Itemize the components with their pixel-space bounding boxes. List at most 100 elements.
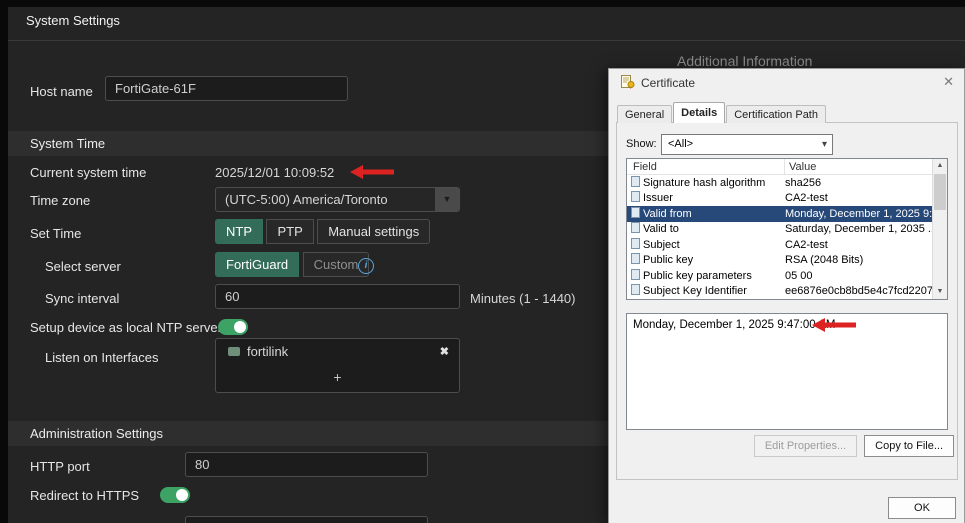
field-icon: [627, 222, 643, 236]
toggle-knob: [176, 489, 188, 501]
field-icon: [627, 175, 643, 190]
set-time-label: Set Time: [30, 226, 82, 241]
scroll-up-button[interactable]: ▲: [933, 159, 947, 173]
sync-interval-label: Sync interval: [45, 291, 120, 306]
screen: System Settings Host name System Time Cu…: [0, 0, 965, 523]
window-edge-top: [0, 0, 965, 7]
dialog-button-row: Edit Properties... Copy to File...: [753, 435, 954, 457]
set-time-option-manual[interactable]: Manual settings: [317, 219, 431, 244]
field-value: CA2-test: [785, 192, 828, 205]
window-edge-left: [0, 0, 8, 523]
add-interface-button[interactable]: +: [216, 369, 459, 385]
field-value: RSA (2048 Bits): [785, 254, 864, 267]
http-port-label: HTTP port: [30, 459, 90, 474]
field-icon: [627, 253, 643, 267]
section-header-administration: Administration Settings: [8, 421, 608, 446]
page-title: System Settings: [26, 13, 120, 28]
tab-details[interactable]: Details: [673, 102, 726, 123]
title-divider: [8, 40, 965, 41]
field-icon: [627, 284, 643, 298]
field-icon: [627, 268, 643, 283]
table-row[interactable]: Signature hash algorithm sha256: [627, 175, 947, 191]
field-value: Saturday, December 1, 2035 ...: [785, 223, 938, 236]
certificate-dialog: Certificate ✕ General Details Certificatio…: [608, 68, 965, 523]
dialog-title: Certificate: [641, 76, 696, 90]
field-name: Valid from: [643, 207, 692, 220]
scroll-thumb[interactable]: [934, 174, 946, 210]
sync-interval-hint: Minutes (1 - 1440): [470, 291, 576, 306]
additional-information-title: Additional Information: [677, 53, 813, 69]
field-icon: [627, 191, 643, 205]
table-row[interactable]: Public key parameters 05 00: [627, 268, 947, 284]
field-name: Issuer: [643, 192, 673, 205]
red-arrow-icon: [350, 165, 394, 179]
scroll-down-button[interactable]: ▼: [933, 285, 947, 299]
select-server-option-fortiguard[interactable]: FortiGuard: [215, 252, 300, 277]
local-ntp-server-toggle[interactable]: [218, 319, 248, 335]
table-row[interactable]: Valid to Saturday, December 1, 2035 ...: [627, 222, 947, 238]
table-row[interactable]: Subject CA2-test: [627, 237, 947, 253]
redirect-https-toggle[interactable]: [160, 487, 190, 503]
set-time-option-ptp[interactable]: PTP: [266, 219, 314, 244]
field-value: 05 00: [785, 269, 813, 282]
current-system-time-label: Current system time: [30, 165, 147, 180]
time-zone-value: (UTC-5:00) America/Toronto: [225, 192, 388, 207]
show-label: Show:: [626, 138, 657, 150]
listen-interfaces-label: Listen on Interfaces: [45, 350, 159, 365]
certificate-icon: [621, 75, 635, 89]
show-value: <All>: [668, 138, 694, 150]
scrollbar[interactable]: ▲ ▼: [932, 159, 947, 299]
detail-text-box[interactable]: Monday, December 1, 2025 9:47:00 AM: [626, 313, 948, 430]
detail-text: Monday, December 1, 2025 9:47:00 AM: [633, 319, 836, 331]
interface-name: fortilink: [247, 344, 289, 359]
tab-bar: General Details Certification Path: [617, 102, 827, 123]
field-name: Subject Key Identifier: [643, 285, 747, 298]
interface-icon: [228, 347, 240, 356]
field-icon: [627, 206, 643, 221]
chevron-down-icon: ▾: [821, 139, 827, 150]
field-name: Public key parameters: [643, 269, 752, 282]
field-icon: [627, 237, 643, 252]
sync-interval-input[interactable]: [215, 284, 460, 309]
tab-general[interactable]: General: [617, 105, 673, 123]
interface-chip: fortilink ✖: [216, 339, 459, 365]
host-name-input[interactable]: [105, 76, 348, 101]
close-icon[interactable]: ✕: [943, 74, 954, 90]
ok-button[interactable]: OK: [888, 497, 956, 519]
info-icon[interactable]: i: [358, 258, 374, 274]
table-row-selected[interactable]: Valid from Monday, December 1, 2025 9:..…: [627, 206, 947, 222]
caret-down-icon: ▼: [435, 188, 459, 211]
fields-table[interactable]: Field Value Signature hash algorithm sha…: [626, 158, 948, 300]
copy-to-file-button[interactable]: Copy to File...: [864, 435, 954, 457]
field-value: sha256: [785, 176, 822, 189]
time-zone-select[interactable]: (UTC-5:00) America/Toronto ▼: [215, 187, 460, 212]
field-value: Monday, December 1, 2025 9:...: [785, 207, 942, 220]
remove-interface-icon[interactable]: ✖: [440, 339, 449, 365]
field-name: Subject: [643, 238, 680, 251]
toggle-knob: [234, 321, 246, 333]
listen-interfaces-box: fortilink ✖ +: [215, 338, 460, 393]
time-zone-label: Time zone: [30, 193, 91, 208]
http-port-input[interactable]: [185, 452, 428, 477]
select-server-label: Select server: [45, 259, 121, 274]
redirect-https-label: Redirect to HTTPS: [30, 488, 140, 503]
field-value: CA2-test: [785, 238, 828, 251]
tab-certification-path[interactable]: Certification Path: [726, 105, 826, 123]
select-server-segmented: FortiGuard Custom: [215, 252, 370, 277]
set-time-option-ntp[interactable]: NTP: [215, 219, 263, 244]
show-select[interactable]: <All> ▾: [661, 134, 833, 155]
field-name: Valid to: [643, 223, 679, 236]
value-column-header[interactable]: Value: [785, 159, 947, 174]
local-ntp-server-label: Setup device as local NTP server: [30, 320, 222, 335]
clipped-input[interactable]: [185, 516, 428, 523]
table-row[interactable]: Issuer CA2-test: [627, 191, 947, 207]
field-value: ee6876e0cb8bd5e4c7fcd2207: [785, 285, 934, 298]
field-name: Public key: [643, 254, 694, 267]
host-name-label: Host name: [30, 84, 93, 99]
table-row[interactable]: Public key RSA (2048 Bits): [627, 253, 947, 269]
current-system-time-value: 2025/12/01 10:09:52: [215, 165, 335, 180]
table-row[interactable]: Subject Key Identifier ee6876e0cb8bd5e4c…: [627, 284, 947, 300]
set-time-segmented: NTP PTP Manual settings: [215, 219, 431, 244]
field-column-header[interactable]: Field: [627, 159, 785, 174]
field-name: Signature hash algorithm: [643, 176, 766, 189]
